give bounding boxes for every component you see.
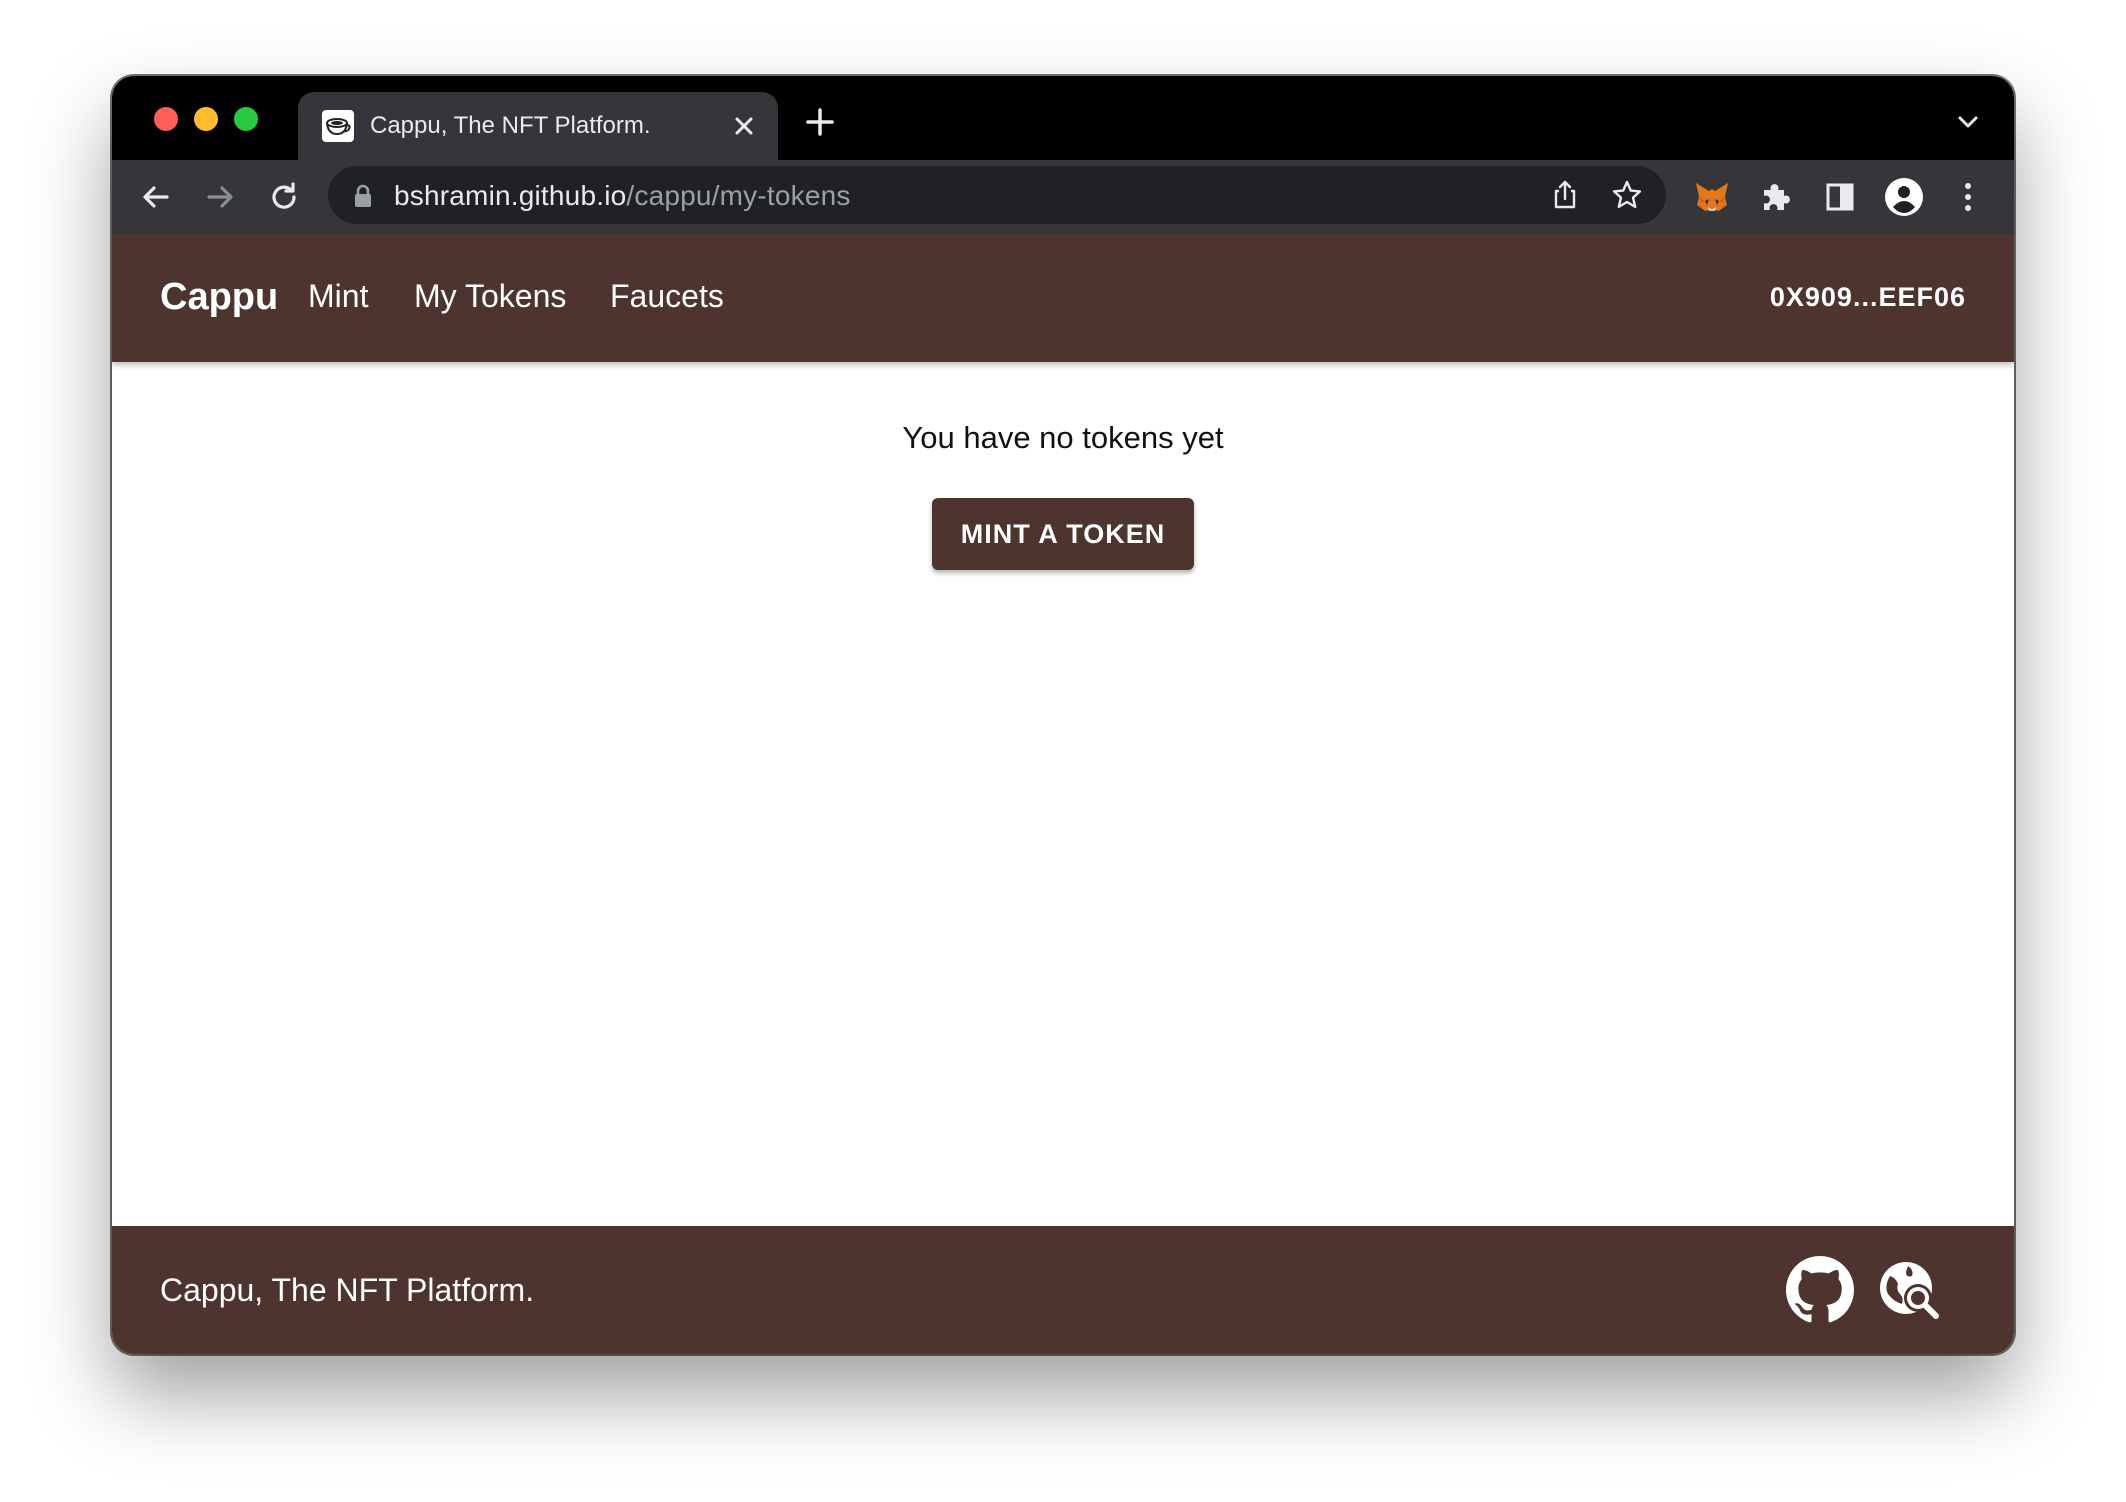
kebab-menu-icon[interactable] [1948,177,1988,217]
mint-token-button[interactable]: MINT A TOKEN [932,498,1194,570]
brand-logo-link[interactable]: Cappu [160,276,278,319]
account-address-button[interactable]: 0X909...EEF06 [1770,282,1966,313]
plus-icon [806,108,834,136]
address-bar[interactable]: bshramin.github.io/cappu/my-tokens [328,166,1666,224]
url-host: bshramin.github.io [394,180,627,211]
browser-window: Cappu, The NFT Platform. bshramin.github… [112,76,2014,1354]
url-text: bshramin.github.io/cappu/my-tokens [394,180,851,212]
app-header: Cappu Mint My Tokens Faucets 0X909...EEF… [112,234,2014,362]
extensions-puzzle-icon[interactable] [1756,177,1796,217]
tab-title: Cappu, The NFT Platform. [370,112,651,139]
tab-list-chevron-icon[interactable] [1952,106,1984,138]
close-icon [735,117,753,135]
reload-button[interactable] [264,177,304,217]
tab-close-button[interactable] [728,110,760,142]
browser-tab[interactable]: Cappu, The NFT Platform. [298,92,778,160]
back-arrow-icon [143,186,169,208]
github-icon[interactable] [1786,1256,1854,1324]
coffee-cup-icon [322,110,354,142]
lock-icon [355,184,371,207]
star-icon[interactable] [1610,178,1644,212]
main-content: You have no tokens yet MINT A TOKEN [112,362,2014,1226]
metamask-fox-icon[interactable] [1692,177,1732,217]
empty-state-message: You have no tokens yet [902,420,1224,455]
profile-avatar-icon[interactable] [1884,177,1924,217]
nav-link-faucets[interactable]: Faucets [610,278,724,315]
close-window-button[interactable] [154,107,178,131]
side-panel-icon[interactable] [1820,177,1860,217]
screen: Cappu, The NFT Platform. bshramin.github… [0,0,2126,1502]
url-path: /cappu/my-tokens [626,180,851,211]
back-button[interactable] [136,177,176,217]
nav-link-mint[interactable]: Mint [308,278,368,315]
share-icon[interactable] [1548,178,1582,212]
reload-icon [272,182,296,209]
nav-link-my-tokens[interactable]: My Tokens [414,278,566,315]
explorer-search-icon[interactable] [1876,1256,1944,1324]
tab-strip: Cappu, The NFT Platform. [112,76,2014,160]
forward-button[interactable] [200,177,240,217]
new-tab-button[interactable] [802,104,838,140]
footer-text: Cappu, The NFT Platform. [160,1272,535,1308]
maximize-window-button[interactable] [234,107,258,131]
minimize-window-button[interactable] [194,107,218,131]
forward-arrow-icon [207,186,233,208]
footer: Cappu, The NFT Platform. [112,1226,2014,1354]
browser-toolbar: bshramin.github.io/cappu/my-tokens [112,160,2014,234]
